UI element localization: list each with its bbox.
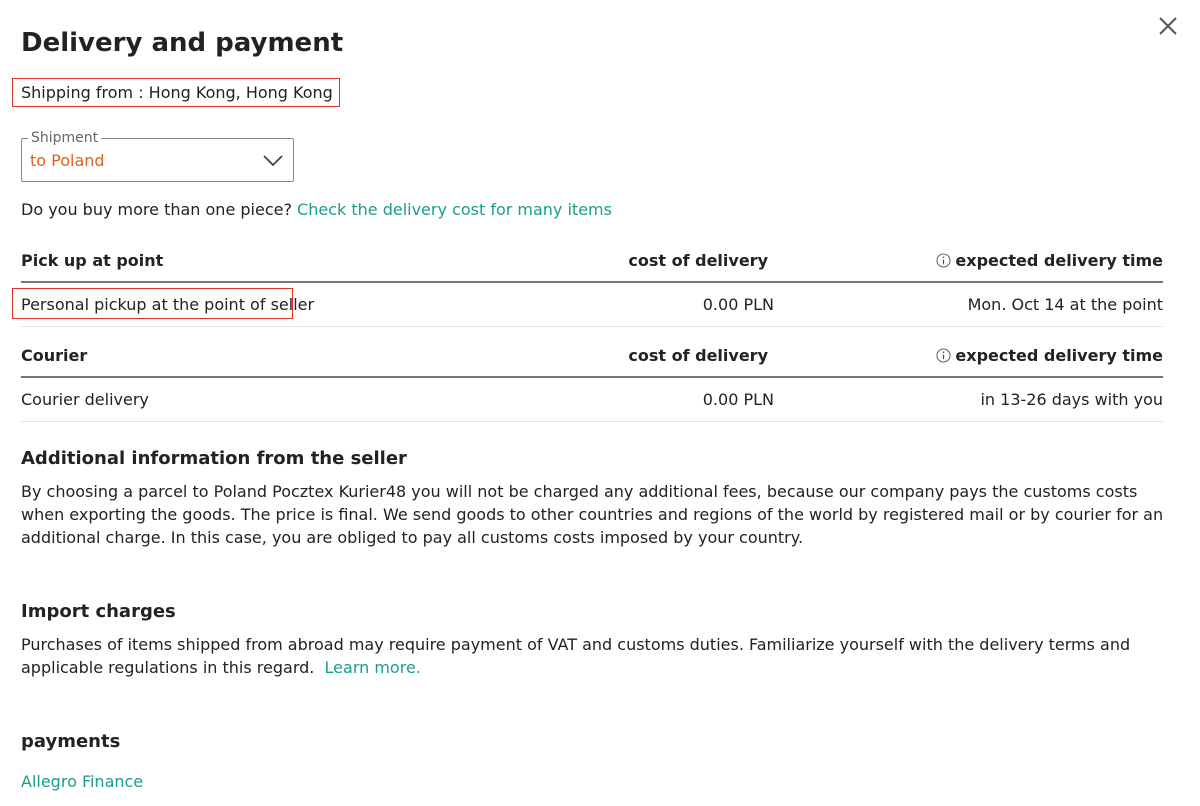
shipment-label: Shipment <box>28 129 102 147</box>
header-time: expected delivery time <box>936 346 1163 365</box>
header-method: Courier <box>21 346 88 365</box>
payments-title: payments <box>21 731 121 752</box>
info-icon[interactable] <box>936 253 951 268</box>
table-row: Personal pickup at the point of seller 0… <box>12 283 1163 327</box>
pickup-table: Pick up at point cost of delivery expect… <box>12 251 1163 327</box>
multi-item-question: Do you buy more than one piece? Check th… <box>21 200 612 219</box>
question-text: Do you buy more than one piece? <box>21 200 292 219</box>
row-method: Courier delivery <box>21 390 149 409</box>
shipment-value: to Poland <box>30 151 105 170</box>
row-time: in 13-26 days with you <box>980 390 1163 409</box>
header-time: expected delivery time <box>936 251 1163 270</box>
allegro-finance-link[interactable]: Allegro Finance <box>21 772 143 791</box>
shipping-from: Shipping from : Hong Kong, Hong Kong <box>12 78 340 107</box>
import-charges-paragraph: Purchases of items shipped from abroad m… <box>21 633 1166 679</box>
header-time-label: expected delivery time <box>955 346 1163 365</box>
table-header: Pick up at point cost of delivery expect… <box>21 251 1163 283</box>
row-method: Personal pickup at the point of seller <box>21 295 315 314</box>
courier-table: Courier cost of delivery expected delive… <box>21 346 1163 422</box>
header-cost: cost of delivery <box>628 346 768 365</box>
row-time: Mon. Oct 14 at the point <box>967 295 1163 314</box>
table-row: Courier delivery 0.00 PLN in 13-26 days … <box>21 378 1163 422</box>
header-method: Pick up at point <box>21 251 164 270</box>
additional-info-text: By choosing a parcel to Poland Pocztex K… <box>21 482 1164 547</box>
row-cost: 0.00 PLN <box>702 390 774 409</box>
import-charges-text: Purchases of items shipped from abroad m… <box>21 635 1131 677</box>
learn-more-link[interactable]: Learn more. <box>325 658 421 677</box>
table-header: Courier cost of delivery expected delive… <box>21 346 1163 378</box>
shipment-select[interactable]: Shipment to Poland <box>21 129 294 182</box>
header-time-label: expected delivery time <box>955 251 1163 270</box>
import-charges-title: Import charges <box>21 601 176 622</box>
additional-info-title: Additional information from the seller <box>21 448 407 469</box>
check-delivery-cost-link[interactable]: Check the delivery cost for many items <box>297 200 612 219</box>
dialog-title: Delivery and payment <box>21 28 344 58</box>
row-cost: 0.00 PLN <box>702 295 774 314</box>
chevron-down-icon <box>263 155 283 167</box>
header-cost: cost of delivery <box>628 251 768 270</box>
info-icon[interactable] <box>936 348 951 363</box>
close-icon[interactable] <box>1156 14 1180 38</box>
payments-list: Allegro Finance <box>21 772 143 791</box>
